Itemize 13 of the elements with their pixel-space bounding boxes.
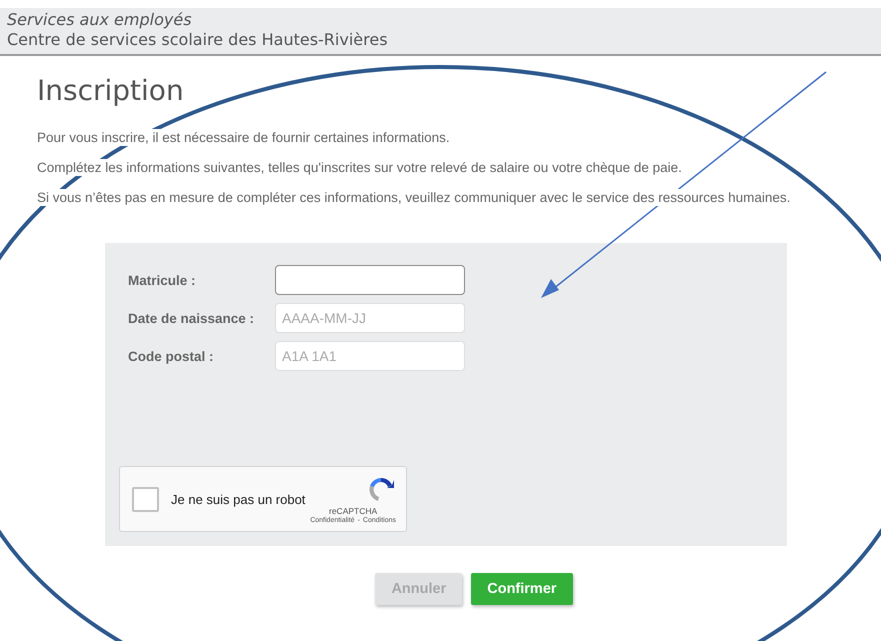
instruction-text: Complétez les informations suivantes, telles qu'inscrites sur votre relevé de salaire ou votre chèque de paie. (37, 159, 682, 176)
recaptcha-brand: reCAPTCHA (329, 506, 378, 516)
page-heading: Inscription (37, 74, 184, 107)
input-field[interactable] (275, 265, 465, 295)
field-label: Matricule : (128, 272, 197, 288)
field-label: Code postal : (128, 348, 215, 364)
instruction-text: Pour vous inscrire, il est nécessaire de fournir certaines informations. (37, 129, 450, 146)
header-title: Centre de services scolaire des Hautes-Rivières (7, 30, 388, 49)
instruction-text: Si vous n’êtes pas en mesure de compléter ces informations, veuillez communiquer avec le service des ressources humaines. (37, 189, 790, 206)
captcha-checkbox[interactable] (132, 486, 159, 512)
header-subtitle: Services aux employés (7, 10, 192, 29)
field-label: Date de naissance : (128, 310, 256, 326)
captcha-label: Je ne suis pas un robot (171, 492, 306, 506)
